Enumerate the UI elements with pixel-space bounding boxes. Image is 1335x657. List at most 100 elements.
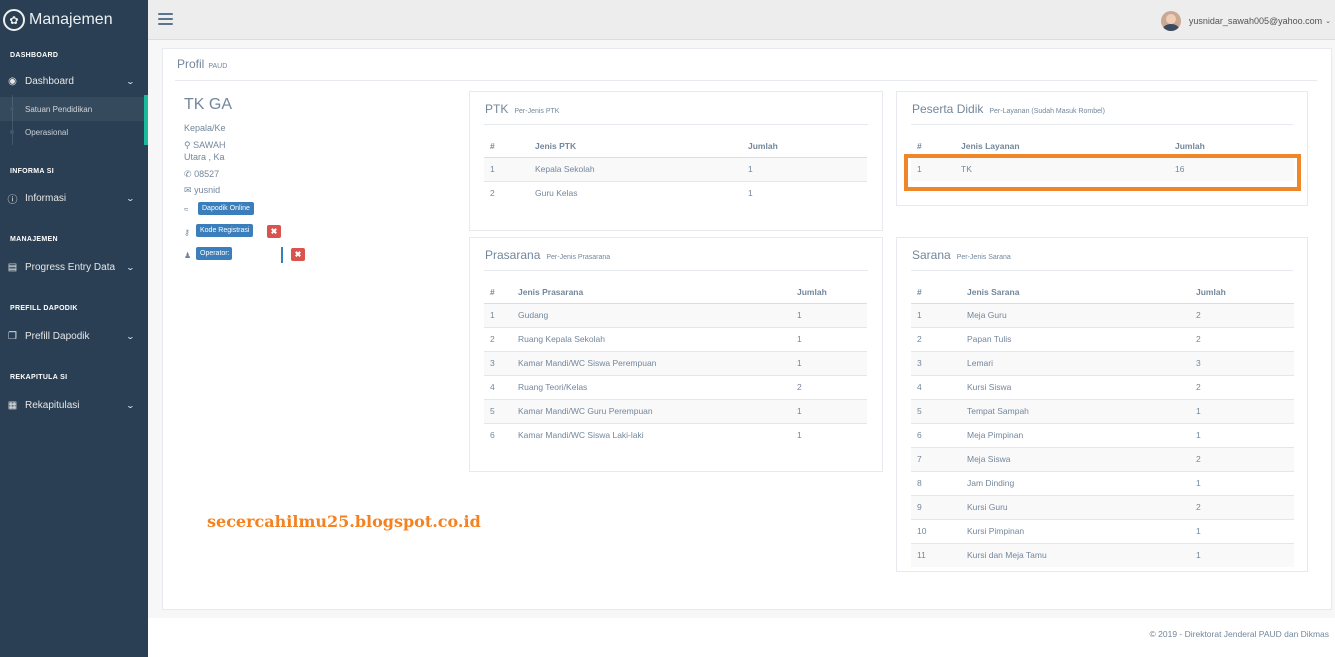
chevron-down-icon: ⌄ xyxy=(1325,18,1331,25)
table-cell: 3 xyxy=(1190,350,1294,375)
sidebar: ✿ Manajemen DASHBOARD ◉ Dashboard ⌄ Satu… xyxy=(0,0,148,657)
table-cell: 1 xyxy=(791,326,867,351)
panel-title-text: PTK xyxy=(485,102,509,116)
table-cell: 3 xyxy=(484,350,512,375)
chevron-down-icon: ⌄ xyxy=(125,331,136,341)
table-row: 2 Guru Kelas 1 xyxy=(484,180,867,205)
table-row: 11 Kursi dan Meja Tamu 1 xyxy=(911,542,1294,567)
table-cell: 1 xyxy=(1190,542,1294,567)
operator-bar xyxy=(281,247,283,263)
table-cell: Lemari xyxy=(961,350,1190,375)
address-line-2: Utara , Ka xyxy=(184,152,225,162)
panel-title-text: Prasarana xyxy=(485,248,541,262)
ptk-table: # Jenis PTK Jumlah 1 Kepala Sekolah 1 2 Guru Ke… xyxy=(484,135,867,205)
map-marker-icon: ⚲ xyxy=(184,140,191,150)
sidebar-item-dashboard[interactable]: ◉ Dashboard ⌄ xyxy=(0,67,148,95)
watermark: secercahilmu25.blogspot.co.id xyxy=(207,512,481,531)
table-cell: 10 xyxy=(911,518,961,543)
delete-icon[interactable]: ✖ xyxy=(291,248,305,261)
dapodik-online-button[interactable]: Dapodik Online xyxy=(198,202,254,215)
table-cell: Kursi Pimpinan xyxy=(961,518,1190,543)
table-cell: 5 xyxy=(484,398,512,423)
key-icon: ⚷ xyxy=(184,228,190,237)
head-of-school: Kepala/Ke xyxy=(184,123,226,133)
section-title-informasi: INFORMA SI xyxy=(10,168,54,175)
panel-subtitle: Per-Jenis PTK xyxy=(514,108,560,115)
table-cell: Kamar Mandi/WC Guru Perempuan xyxy=(512,398,791,423)
table-cell: Kursi Guru xyxy=(961,494,1190,519)
table-cell: Meja Guru xyxy=(961,302,1190,327)
phone-icon: ✆ xyxy=(184,169,192,179)
address-line-1: ⚲ SAWAH xyxy=(184,139,244,151)
sidebar-item-prefill[interactable]: ❐ Prefill Dapodik ⌄ xyxy=(0,322,148,350)
table-cell: 2 xyxy=(484,180,529,205)
sidebar-item-satuan-pendidikan[interactable]: Satuan Pendidikan xyxy=(0,97,144,121)
sidebar-item-label: Prefill Dapodik xyxy=(25,330,90,342)
table-cell: 1 xyxy=(1190,518,1294,543)
column-header: # xyxy=(911,281,961,304)
table-cell: 1 xyxy=(484,302,512,327)
column-header: Jenis PTK xyxy=(529,135,742,158)
menu-toggle-icon[interactable] xyxy=(158,13,173,25)
divider xyxy=(911,124,1293,125)
kode-registrasi-button[interactable]: Kode Registrasi xyxy=(196,224,254,237)
table-row: 3 Kamar Mandi/WC Siswa Perempuan 1 xyxy=(484,350,867,375)
panel-title: Prasarana Per-Jenis Prasarana xyxy=(485,248,610,262)
column-header: Jenis Prasarana xyxy=(512,281,791,304)
user-email: yusnidar_sawah005@yahoo.com xyxy=(1188,16,1323,26)
column-header: # xyxy=(484,281,512,304)
bullet-icon xyxy=(10,130,14,134)
table-row: 4 Ruang Teori/Kelas 2 xyxy=(484,374,867,399)
panel-title-text: Peserta Didik xyxy=(912,102,984,116)
section-title-manajemen: MANAJEMEN xyxy=(10,236,58,243)
sidebar-item-operasional[interactable]: Operasional xyxy=(0,120,144,144)
table-cell: 1 xyxy=(1190,422,1294,447)
table-cell: 2 xyxy=(484,326,512,351)
table-cell: 1 xyxy=(1190,470,1294,495)
page-title-text: Profil xyxy=(177,57,205,71)
table-cell: 1 xyxy=(911,302,961,327)
sidebar-item-label: Satuan Pendidikan xyxy=(25,104,93,114)
table-cell: Meja Pimpinan xyxy=(961,422,1190,447)
id-card-icon: ▤ xyxy=(7,261,18,273)
table-row: 2 Ruang Kepala Sekolah 1 xyxy=(484,326,867,351)
table-cell: Tempat Sampah xyxy=(961,398,1190,423)
user-menu[interactable]: yusnidar_sawah005@yahoo.com ⌄ xyxy=(1160,11,1331,31)
sarana-table: # Jenis Sarana Jumlah 1 Meja Guru 2 2 Papan Tul… xyxy=(911,281,1294,567)
table-row: 3 Lemari 3 xyxy=(911,350,1294,375)
table-row: 1 Meja Guru 2 xyxy=(911,302,1294,327)
brand[interactable]: ✿ Manajemen xyxy=(0,0,148,40)
school-profile: TK GA Kepala/Ke ⚲ SAWAH Utara , Ka ✆ 085… xyxy=(184,96,244,196)
panel-subtitle: Per-Jenis Sarana xyxy=(956,254,1011,261)
footer-text: © 2019 - Direktorat Jenderal PAUD dan Di… xyxy=(1149,629,1329,639)
table-cell: 3 xyxy=(911,350,961,375)
sidebar-item-label: Operasional xyxy=(25,127,69,137)
divider xyxy=(911,270,1293,271)
panel-title: Peserta Didik Per-Layanan (Sudah Masuk Ro… xyxy=(912,102,1105,116)
table-cell: Jam Dinding xyxy=(961,470,1190,495)
operator-button[interactable]: Operator: xyxy=(196,247,232,260)
table-cell: 2 xyxy=(1190,446,1294,471)
table-cell: Kursi Siswa xyxy=(961,374,1190,399)
table-cell: Guru Kelas xyxy=(529,180,742,205)
table-cell: 4 xyxy=(911,374,961,399)
delete-icon[interactable]: ✖ xyxy=(267,225,281,238)
address-text: SAWAH xyxy=(193,140,226,150)
sidebar-item-label: Informasi xyxy=(25,192,67,204)
table-cell: 1 xyxy=(791,350,867,375)
panel-subtitle: Per-Layanan (Sudah Masuk Rombel) xyxy=(989,108,1105,115)
table-cell: 9 xyxy=(911,494,961,519)
table-cell: Kamar Mandi/WC Siswa Perempuan xyxy=(512,350,791,375)
sidebar-item-progress[interactable]: ▤ Progress Entry Data ⌄ xyxy=(0,253,148,281)
table-cell: 2 xyxy=(911,326,961,351)
sidebar-item-rekapitulasi[interactable]: ▦ Rekapitulasi ⌄ xyxy=(0,391,148,419)
sidebar-item-label: Rekapitulasi xyxy=(25,399,80,411)
page-subtitle: PAUD xyxy=(208,63,228,70)
page-title: Profil PAUD xyxy=(177,57,227,71)
bullet-icon xyxy=(10,107,14,111)
table-cell: 6 xyxy=(484,422,512,447)
sidebar-item-informasi[interactable]: ⓘ Informasi ⌄ xyxy=(0,184,148,212)
panel-title-text: Sarana xyxy=(912,248,951,262)
panel-title: PTK Per-Jenis PTK xyxy=(485,102,559,116)
divider xyxy=(175,80,1317,81)
